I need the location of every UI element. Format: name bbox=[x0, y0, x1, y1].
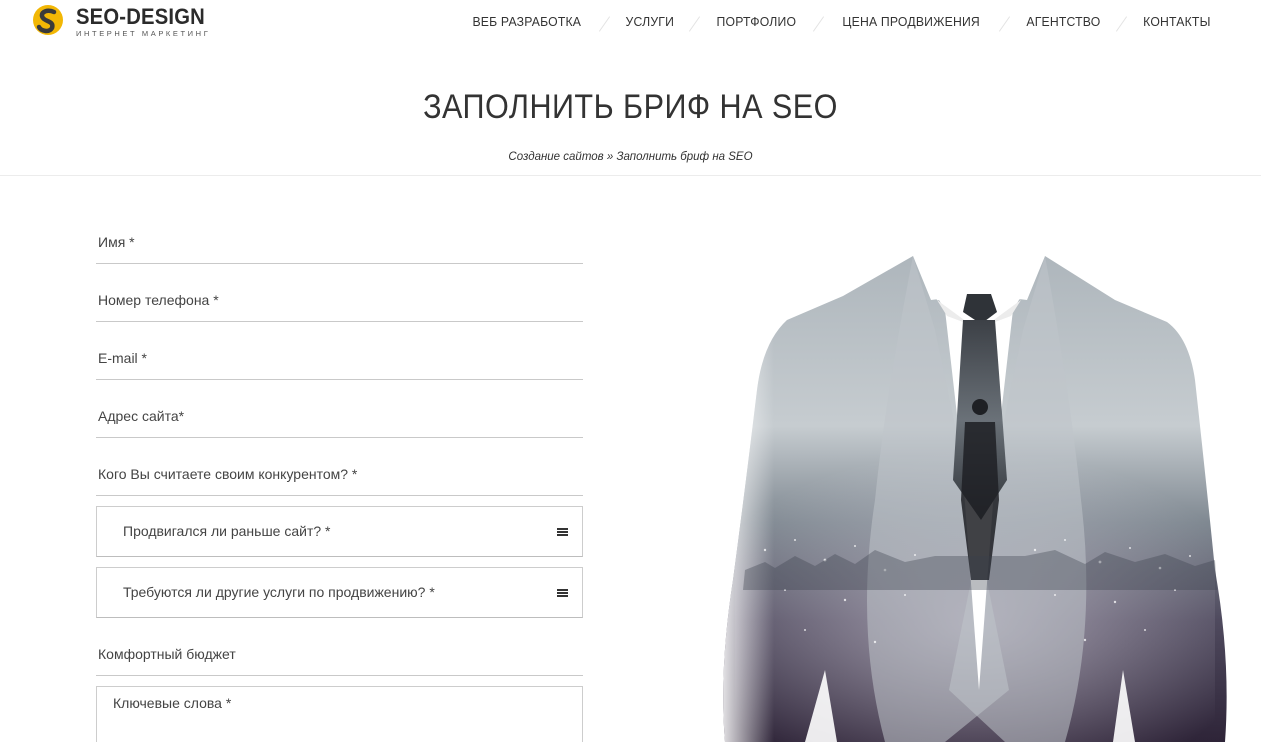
site-header: SEO-DESIGN ИНТЕРНЕТ МАРКЕТИНГ ВЕБ РАЗРАБ… bbox=[0, 0, 1261, 50]
main-nav: ВЕБ РАЗРАБОТКА УСЛУГИ ПОРТФОЛИО ЦЕНА ПРО… bbox=[469, 12, 1213, 32]
email-field[interactable]: E-mail * bbox=[96, 334, 583, 380]
email-field-label: E-mail * bbox=[98, 350, 148, 366]
hamburger-menu-icon bbox=[557, 589, 568, 597]
nav-item-web-development[interactable]: ВЕБ РАЗРАБОТКА bbox=[473, 14, 582, 29]
budget-field-label: Комфортный бюджет bbox=[98, 646, 236, 662]
nav-item-portfolio[interactable]: ПОРТФОЛИО bbox=[717, 14, 797, 29]
other-services-label: Требуются ли другие услуги по продвижени… bbox=[123, 584, 435, 600]
logo[interactable]: SEO-DESIGN ИНТЕРНЕТ МАРКЕТИНГ bbox=[32, 4, 216, 38]
nav-item-promotion-price[interactable]: ЦЕНА ПРОДВИЖЕНИЯ bbox=[843, 14, 981, 29]
nav-separator bbox=[598, 16, 610, 32]
name-field[interactable]: Имя * bbox=[96, 218, 583, 264]
nav-separator bbox=[689, 16, 701, 32]
nav-separator bbox=[998, 16, 1010, 32]
competitor-field-label: Кого Вы считаете своим конкурентом? * bbox=[98, 466, 358, 482]
nav-separator bbox=[813, 16, 825, 32]
site-address-field[interactable]: Адрес сайта* bbox=[96, 392, 583, 438]
competitor-field[interactable]: Кого Вы считаете своим конкурентом? * bbox=[96, 450, 583, 496]
breadcrumb[interactable]: Создание сайтов » Заполнить бриф на SEO bbox=[0, 151, 1261, 163]
hamburger-menu-icon bbox=[557, 528, 568, 536]
page-title: ЗАПОЛНИТЬ БРИФ НА SEO bbox=[423, 88, 838, 126]
promoted-before-select[interactable]: Продвигался ли раньше сайт? * bbox=[96, 506, 583, 557]
nav-separator bbox=[1116, 16, 1128, 32]
logo-title: SEO-DESIGN bbox=[76, 4, 205, 29]
businessman-city-illustration bbox=[723, 256, 1227, 742]
budget-field[interactable]: Комфортный бюджет bbox=[96, 630, 583, 676]
other-services-select[interactable]: Требуются ли другие услуги по продвижени… bbox=[96, 567, 583, 618]
logo-icon bbox=[33, 5, 63, 35]
keywords-textarea[interactable]: Ключевые слова * bbox=[96, 686, 583, 742]
promoted-before-label: Продвигался ли раньше сайт? * bbox=[123, 523, 331, 539]
site-address-field-label: Адрес сайта* bbox=[98, 408, 185, 424]
header-divider bbox=[0, 175, 1261, 176]
logo-subtitle: ИНТЕРНЕТ МАРКЕТИНГ bbox=[76, 29, 211, 38]
nav-item-agency[interactable]: АГЕНТСТВО bbox=[1026, 14, 1100, 29]
name-field-label: Имя * bbox=[98, 234, 135, 250]
keywords-textarea-label: Ключевые слова * bbox=[113, 695, 232, 711]
nav-item-contacts[interactable]: КОНТАКТЫ bbox=[1143, 14, 1210, 29]
phone-field-label: Номер телефона * bbox=[98, 292, 219, 308]
nav-item-services[interactable]: УСЛУГИ bbox=[625, 14, 673, 29]
phone-field[interactable]: Номер телефона * bbox=[96, 276, 583, 322]
